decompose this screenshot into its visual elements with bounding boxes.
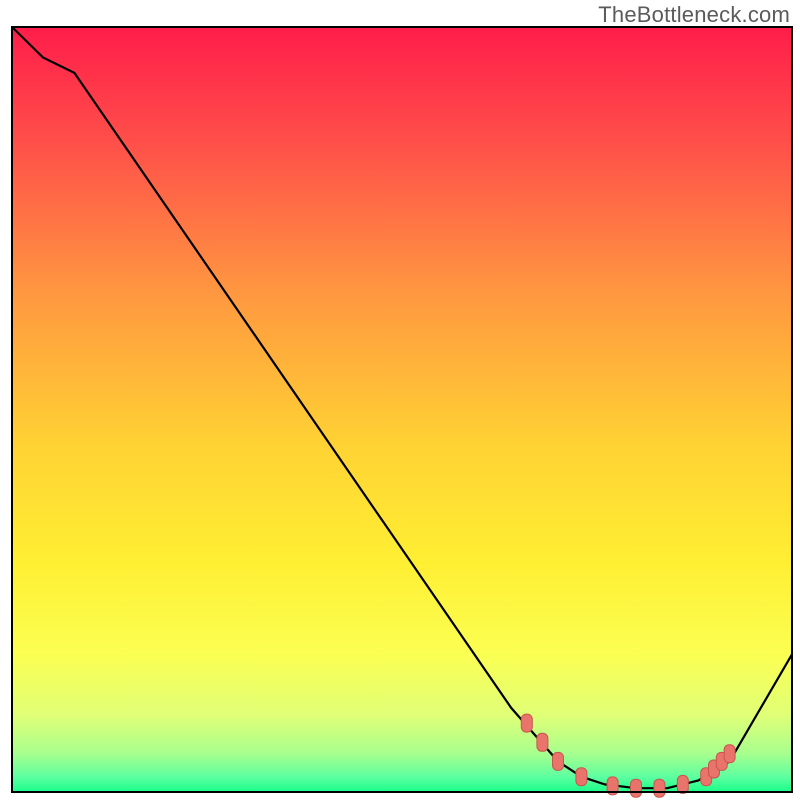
curve-marker: [576, 768, 587, 786]
curve-marker: [631, 779, 642, 797]
curve-marker: [677, 775, 688, 793]
chart-frame: TheBottleneck.com: [0, 0, 800, 800]
plot-background: [12, 27, 792, 792]
curve-marker: [553, 752, 564, 770]
curve-marker: [654, 779, 665, 797]
curve-marker: [521, 714, 532, 732]
curve-marker: [724, 745, 735, 763]
curve-marker: [537, 733, 548, 751]
watermark-text: TheBottleneck.com: [598, 2, 790, 28]
bottleneck-chart: [0, 0, 800, 800]
